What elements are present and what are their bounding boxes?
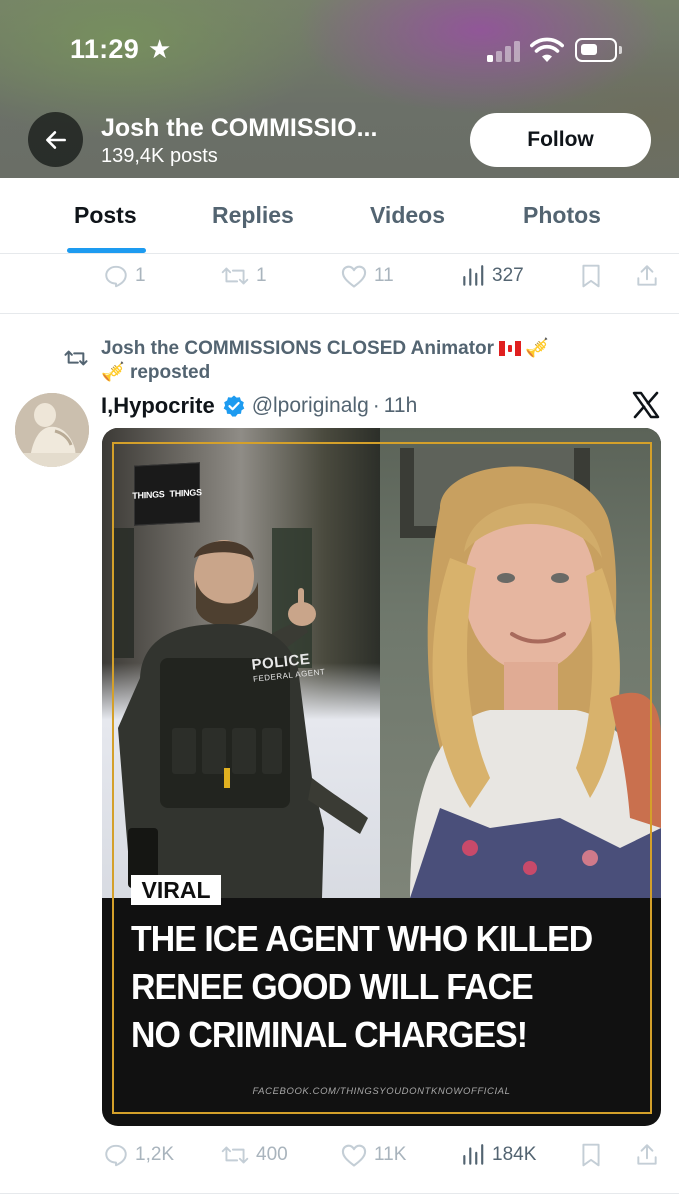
statue-avatar-image [15,393,89,467]
like-button[interactable]: 11K [340,1135,406,1175]
post-count: 139,4K posts [101,145,218,167]
bookmark-button[interactable] [579,256,603,296]
views-chart-icon [463,1144,484,1165]
bookmark-button[interactable] [579,1135,603,1175]
repost-icon [221,267,249,285]
woman-figure [400,448,661,898]
trumpet-icon: 🎺 [525,338,549,359]
heart-icon [341,1144,367,1167]
wifi-icon [530,37,564,62]
woman-photo [380,428,661,898]
reply-button[interactable]: 1,2K [103,1135,174,1175]
post-divider [0,313,679,314]
agent-figure [112,528,368,898]
reply-icon [105,1144,127,1167]
repost-context-cont: 🎺 reposted [101,360,210,384]
profile-header: 11:29 ★ Josh the COMMISSIO... 139,4K pos… [0,0,679,178]
headline-line-1: THE ICE AGENT WHO KILLED [131,918,593,959]
repost-icon [64,350,88,366]
reply-icon [105,265,127,288]
tab-posts[interactable]: Posts [74,202,137,229]
reposter-name: Josh the COMMISSIONS CLOSED Animator [101,338,495,359]
source-credit: FACEBOOK.COM/THINGSYOUDONTKNOWOFFICIAL [252,1086,511,1097]
viral-tag: VIRAL [131,875,221,905]
post-author-line: I,Hypocrite @lporiginalg · 11h [101,391,417,421]
share-button[interactable] [634,1135,660,1175]
headline-line-2: RENEE GOOD WILL FACE [131,966,534,1007]
agent-photo: THINGS THINGS POLICE FEDERAL AGENT [102,428,380,898]
status-bar: 11:29 ★ [0,0,679,100]
bookmark-icon [582,1143,600,1167]
reply-count: 1,2K [135,1144,175,1165]
heart-icon [341,265,367,288]
views-chart-icon [463,265,484,286]
post-bottom-divider [0,1193,679,1194]
tab-replies[interactable]: Replies [212,202,294,229]
media-headline: THE ICE AGENT WHO KILLED RENEE GOOD WILL… [131,915,620,1059]
repost-count: 400 [256,1144,288,1165]
brand-text-right: THINGS [169,487,202,499]
brand-logo: THINGS THINGS [132,462,202,526]
previous-post-actions: 1 1 11 327 [0,256,679,296]
like-count: 11 [374,265,394,286]
post-actions: 1,2K 400 11K 184K [0,1135,679,1175]
star-icon: ★ [148,34,172,64]
views-count: 184K [492,1144,537,1165]
repost-button[interactable]: 400 [220,1135,288,1175]
tab-videos[interactable]: Videos [370,202,445,229]
follow-button[interactable]: Follow [470,113,651,167]
arrow-left-icon [45,130,66,149]
reposted-label: reposted [129,362,211,383]
repost-context[interactable]: Josh the COMMISSIONS CLOSED Animator 🎺 [101,336,549,360]
battery-icon [575,38,623,62]
like-count: 11K [374,1144,407,1165]
views-button[interactable]: 327 [460,256,524,296]
status-time: 11:29 [70,34,140,64]
trumpet-icon: 🎺 [101,362,125,383]
verified-badge-icon [223,395,245,417]
author-name[interactable]: I,Hypocrite [101,393,215,419]
repost-count: 1 [256,265,267,286]
share-button[interactable] [634,256,660,296]
views-button[interactable]: 184K [460,1135,536,1175]
post-media-image[interactable]: THINGS THINGS POLICE FEDERAL AGENT VIRAL… [102,428,661,1126]
post-time[interactable]: 11h [384,394,417,418]
time-separator: · [372,394,380,417]
repost-icon [221,1146,249,1164]
x-logo-icon [632,391,660,419]
author-handle[interactable]: @lporiginalg [252,394,369,418]
share-icon [637,265,657,286]
share-icon [637,1144,657,1165]
back-button[interactable] [28,112,83,167]
brand-text-left: THINGS [132,489,165,501]
cellular-signal-icon [487,40,521,62]
reply-button[interactable]: 1 [103,256,146,296]
views-count: 327 [492,265,524,286]
tab-photos[interactable]: Photos [523,202,601,229]
reply-count: 1 [135,265,146,286]
avatar[interactable] [15,393,89,467]
like-button[interactable]: 11 [340,256,394,296]
profile-name: Josh the COMMISSIO... [101,114,378,142]
active-tab-indicator [67,248,146,253]
headline-line-3: NO CRIMINAL CHARGES! [131,1014,528,1055]
bookmark-icon [582,264,600,288]
profile-tabs: Posts Replies Videos Photos [0,178,679,254]
repost-button[interactable]: 1 [220,256,267,296]
canada-flag-icon [499,341,522,356]
